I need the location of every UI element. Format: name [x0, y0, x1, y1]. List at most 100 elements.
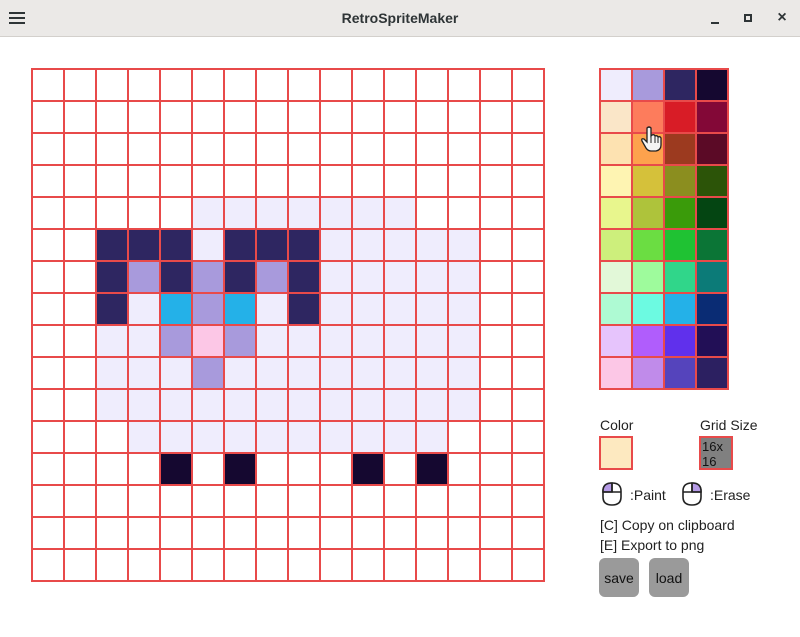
canvas-pixel[interactable] — [63, 356, 95, 388]
canvas-pixel[interactable] — [159, 68, 191, 100]
canvas-pixel[interactable] — [63, 164, 95, 196]
canvas-pixel[interactable] — [351, 196, 383, 228]
canvas-pixel[interactable] — [191, 164, 223, 196]
canvas-pixel[interactable] — [511, 388, 543, 420]
canvas-pixel[interactable] — [63, 100, 95, 132]
canvas-pixel[interactable] — [383, 196, 415, 228]
canvas-pixel[interactable] — [31, 324, 63, 356]
canvas-pixel[interactable] — [191, 516, 223, 548]
canvas-pixel[interactable] — [191, 196, 223, 228]
canvas-pixel[interactable] — [191, 324, 223, 356]
canvas-pixel[interactable] — [415, 356, 447, 388]
canvas-pixel[interactable] — [511, 164, 543, 196]
canvas-pixel[interactable] — [383, 68, 415, 100]
canvas-pixel[interactable] — [383, 516, 415, 548]
canvas-pixel[interactable] — [479, 68, 511, 100]
canvas-pixel[interactable] — [223, 548, 255, 580]
canvas-pixel[interactable] — [31, 420, 63, 452]
canvas-pixel[interactable] — [95, 388, 127, 420]
canvas-pixel[interactable] — [383, 356, 415, 388]
canvas-pixel[interactable] — [159, 388, 191, 420]
canvas-pixel[interactable] — [223, 452, 255, 484]
canvas-pixel[interactable] — [351, 388, 383, 420]
canvas-pixel[interactable] — [127, 484, 159, 516]
palette-swatch[interactable] — [695, 164, 727, 196]
canvas-pixel[interactable] — [415, 548, 447, 580]
canvas-pixel[interactable] — [255, 548, 287, 580]
canvas-pixel[interactable] — [415, 324, 447, 356]
canvas-pixel[interactable] — [127, 388, 159, 420]
canvas-pixel[interactable] — [415, 132, 447, 164]
grid-size-input[interactable]: 16x 16 — [699, 436, 733, 470]
canvas-pixel[interactable] — [287, 196, 319, 228]
canvas-pixel[interactable] — [319, 324, 351, 356]
palette-swatch[interactable] — [663, 356, 695, 388]
canvas-pixel[interactable] — [63, 484, 95, 516]
canvas-pixel[interactable] — [191, 420, 223, 452]
canvas-pixel[interactable] — [127, 292, 159, 324]
minimize-icon[interactable] — [705, 9, 725, 29]
canvas-pixel[interactable] — [159, 420, 191, 452]
canvas-pixel[interactable] — [255, 196, 287, 228]
canvas-pixel[interactable] — [447, 484, 479, 516]
palette-swatch[interactable] — [631, 260, 663, 292]
canvas-pixel[interactable] — [415, 68, 447, 100]
canvas-pixel[interactable] — [127, 324, 159, 356]
canvas-pixel[interactable] — [255, 324, 287, 356]
canvas-pixel[interactable] — [223, 356, 255, 388]
canvas-pixel[interactable] — [479, 548, 511, 580]
sprite-canvas[interactable] — [31, 68, 545, 582]
canvas-pixel[interactable] — [351, 292, 383, 324]
canvas-pixel[interactable] — [447, 260, 479, 292]
canvas-pixel[interactable] — [479, 516, 511, 548]
canvas-pixel[interactable] — [95, 164, 127, 196]
canvas-pixel[interactable] — [95, 100, 127, 132]
canvas-pixel[interactable] — [191, 292, 223, 324]
canvas-pixel[interactable] — [447, 132, 479, 164]
canvas-pixel[interactable] — [479, 196, 511, 228]
canvas-pixel[interactable] — [479, 484, 511, 516]
canvas-pixel[interactable] — [479, 164, 511, 196]
canvas-pixel[interactable] — [479, 228, 511, 260]
canvas-pixel[interactable] — [383, 228, 415, 260]
canvas-pixel[interactable] — [255, 132, 287, 164]
canvas-pixel[interactable] — [319, 100, 351, 132]
canvas-pixel[interactable] — [127, 132, 159, 164]
palette-swatch[interactable] — [663, 68, 695, 100]
palette-swatch[interactable] — [663, 100, 695, 132]
palette-swatch[interactable] — [695, 356, 727, 388]
palette-swatch[interactable] — [631, 356, 663, 388]
canvas-pixel[interactable] — [159, 164, 191, 196]
canvas-pixel[interactable] — [31, 164, 63, 196]
canvas-pixel[interactable] — [63, 260, 95, 292]
canvas-pixel[interactable] — [319, 420, 351, 452]
canvas-pixel[interactable] — [415, 484, 447, 516]
canvas-pixel[interactable] — [383, 548, 415, 580]
canvas-pixel[interactable] — [223, 196, 255, 228]
color-palette[interactable] — [599, 68, 729, 390]
canvas-pixel[interactable] — [255, 68, 287, 100]
canvas-pixel[interactable] — [383, 420, 415, 452]
canvas-pixel[interactable] — [511, 324, 543, 356]
canvas-pixel[interactable] — [63, 516, 95, 548]
canvas-pixel[interactable] — [415, 516, 447, 548]
canvas-pixel[interactable] — [415, 260, 447, 292]
canvas-pixel[interactable] — [255, 388, 287, 420]
palette-swatch[interactable] — [663, 196, 695, 228]
canvas-pixel[interactable] — [31, 388, 63, 420]
canvas-pixel[interactable] — [479, 260, 511, 292]
canvas-pixel[interactable] — [287, 388, 319, 420]
palette-swatch[interactable] — [663, 292, 695, 324]
canvas-pixel[interactable] — [63, 68, 95, 100]
canvas-pixel[interactable] — [383, 292, 415, 324]
canvas-pixel[interactable] — [511, 196, 543, 228]
canvas-pixel[interactable] — [223, 132, 255, 164]
canvas-pixel[interactable] — [191, 228, 223, 260]
canvas-pixel[interactable] — [95, 484, 127, 516]
canvas-pixel[interactable] — [31, 516, 63, 548]
canvas-pixel[interactable] — [159, 484, 191, 516]
canvas-pixel[interactable] — [447, 452, 479, 484]
palette-swatch[interactable] — [663, 260, 695, 292]
canvas-pixel[interactable] — [255, 356, 287, 388]
canvas-pixel[interactable] — [191, 484, 223, 516]
